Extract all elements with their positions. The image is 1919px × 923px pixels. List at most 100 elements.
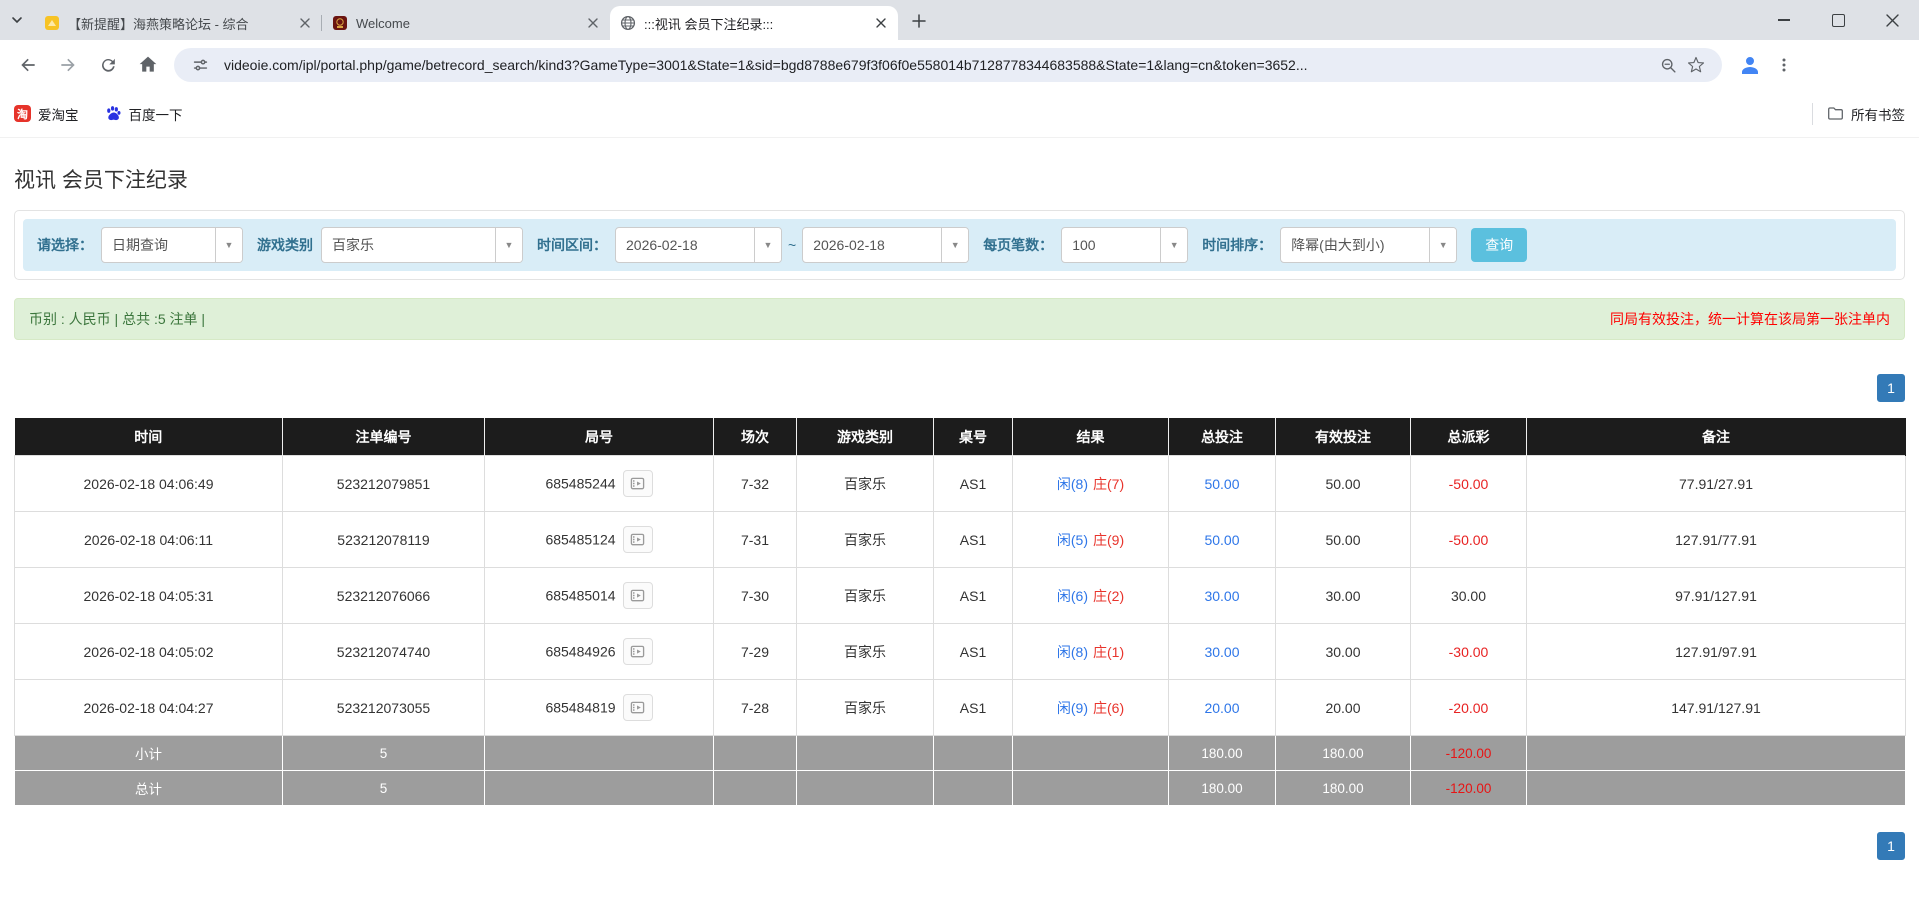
- cell-total-bet[interactable]: 20.00: [1169, 680, 1276, 736]
- home-button[interactable]: [128, 45, 168, 85]
- tab-welcome[interactable]: Welcome: [322, 6, 610, 40]
- tab-close-icon[interactable]: [584, 14, 602, 32]
- result-banker: 庄(2): [1093, 588, 1124, 604]
- browser-toolbar: videoie.com/ipl/portal.php/game/betrecor…: [0, 40, 1919, 90]
- cell-result: 闲(5)庄(9): [1013, 512, 1169, 568]
- game-type-value: 百家乐: [322, 228, 495, 262]
- subtotal-total-bet: 180.00: [1169, 736, 1276, 771]
- tab-close-icon[interactable]: [296, 14, 314, 32]
- round-number: 685484819: [545, 700, 615, 716]
- cell-total-bet[interactable]: 30.00: [1169, 624, 1276, 680]
- bookmark-item-baidu[interactable]: 百度一下: [105, 104, 183, 124]
- query-type-select[interactable]: 日期查询 ▼: [101, 227, 243, 263]
- chevron-down-icon[interactable]: ▼: [495, 228, 522, 262]
- video-replay-button[interactable]: [623, 582, 653, 609]
- window-controls: [1757, 0, 1919, 40]
- query-button[interactable]: 查询: [1471, 228, 1527, 262]
- bookmark-star-icon[interactable]: [1682, 51, 1710, 79]
- folder-icon: [1827, 105, 1844, 122]
- round-number: 685485014: [545, 588, 615, 604]
- tab-close-icon[interactable]: [872, 14, 890, 32]
- cell-total-bet[interactable]: 50.00: [1169, 512, 1276, 568]
- browser-menu-icon[interactable]: [1768, 47, 1800, 83]
- bookmark-item-taobao[interactable]: 淘 爱淘宝: [14, 104, 79, 124]
- subtotal-valid-bet: 180.00: [1276, 736, 1411, 771]
- new-tab-button[interactable]: [904, 6, 934, 36]
- result-banker: 庄(6): [1093, 700, 1124, 716]
- currency-summary-text: 币别 : 人民币 | 总共 :5 注单 |: [29, 309, 205, 329]
- site-info-icon[interactable]: [186, 51, 214, 79]
- per-page-value: 100: [1062, 228, 1160, 262]
- cell-session: 7-28: [714, 680, 797, 736]
- cell-payout: -50.00: [1411, 456, 1527, 512]
- date-to-value: 2026-02-18: [803, 228, 941, 262]
- toolbar-right: [1732, 47, 1800, 83]
- page-content: 视讯 会员下注纪录 请选择： 日期查询 ▼ 游戏类别 百家乐 ▼ 时间区间： 2…: [0, 164, 1919, 860]
- chevron-down-icon[interactable]: ▼: [754, 228, 781, 262]
- game-type-select[interactable]: 百家乐 ▼: [321, 227, 523, 263]
- cell-bet-id: 523212076066: [283, 568, 485, 624]
- cell-time: 2026-02-18 04:05:31: [15, 568, 283, 624]
- video-replay-button[interactable]: [623, 526, 653, 553]
- chevron-down-icon[interactable]: ▼: [1429, 228, 1456, 262]
- date-to-picker[interactable]: 2026-02-18 ▼: [802, 227, 969, 263]
- query-type-value: 日期查询: [102, 228, 215, 262]
- result-player: 闲(8): [1057, 644, 1088, 660]
- result-player: 闲(8): [1057, 476, 1088, 492]
- page-1-button[interactable]: 1: [1877, 374, 1905, 402]
- chevron-down-icon[interactable]: ▼: [215, 228, 242, 262]
- video-replay-button[interactable]: [623, 694, 653, 721]
- table-row: 2026-02-18 04:04:27 523212073055 6854848…: [15, 680, 1906, 736]
- cell-game: 百家乐: [797, 568, 934, 624]
- back-button[interactable]: [8, 45, 48, 85]
- cell-total-bet[interactable]: 50.00: [1169, 456, 1276, 512]
- cell-remark: 127.91/97.91: [1527, 624, 1906, 680]
- cell-game: 百家乐: [797, 512, 934, 568]
- cell-time: 2026-02-18 04:06:11: [15, 512, 283, 568]
- date-from-picker[interactable]: 2026-02-18 ▼: [615, 227, 782, 263]
- window-maximize-button[interactable]: [1811, 0, 1865, 40]
- date-from-value: 2026-02-18: [616, 228, 754, 262]
- cell-result: 闲(8) 庄(1): [1013, 624, 1169, 680]
- filter-bar: 请选择： 日期查询 ▼ 游戏类别 百家乐 ▼ 时间区间： 2026-02-18 …: [23, 219, 1896, 271]
- url-bar[interactable]: videoie.com/ipl/portal.php/game/betrecor…: [174, 48, 1722, 82]
- subtotal-count: 5: [283, 736, 485, 771]
- round-number: 685485244: [545, 476, 615, 492]
- result-banker: 庄(1): [1093, 644, 1124, 660]
- per-page-label: 每页笔数：: [983, 235, 1053, 255]
- video-replay-button[interactable]: [623, 470, 653, 497]
- col-header-session: 场次: [714, 419, 797, 456]
- profile-avatar-icon[interactable]: [1732, 47, 1768, 83]
- sort-order-select[interactable]: 降幂(由大到小) ▼: [1280, 227, 1457, 263]
- video-replay-button[interactable]: [623, 638, 653, 665]
- col-header-table: 桌号: [934, 419, 1013, 456]
- bookmarks-bar: 淘 爱淘宝 百度一下 所有书签: [0, 90, 1919, 138]
- window-close-button[interactable]: [1865, 0, 1919, 40]
- tab-bet-records[interactable]: :::视讯 会员下注纪录:::: [610, 6, 898, 40]
- cell-total-bet[interactable]: 30.00: [1169, 568, 1276, 624]
- tab-title: 【新提醒】海燕策略论坛 - 综合: [68, 14, 290, 33]
- tab-forum[interactable]: 【新提醒】海燕策略论坛 - 综合: [34, 6, 322, 40]
- cell-table: AS1: [934, 456, 1013, 512]
- welcome-favicon-icon: [332, 15, 348, 31]
- cell-payout: -20.00: [1411, 680, 1527, 736]
- subtotal-payout: -120.00: [1411, 736, 1527, 771]
- chevron-down-icon[interactable]: ▼: [1160, 228, 1187, 262]
- reload-button[interactable]: [88, 45, 128, 85]
- tab-strip: 【新提醒】海燕策略论坛 - 综合 Welcome :::视讯 会员下注纪录:::: [0, 0, 1919, 40]
- window-minimize-button[interactable]: [1757, 0, 1811, 40]
- warning-text: 同局有效投注，统一计算在该局第一张注单内: [1610, 309, 1890, 329]
- chevron-down-icon[interactable]: ▼: [941, 228, 968, 262]
- cell-remark: 147.91/127.91: [1527, 680, 1906, 736]
- all-bookmarks-button[interactable]: 所有书签: [1827, 104, 1905, 124]
- zoom-icon[interactable]: [1654, 51, 1682, 79]
- per-page-select[interactable]: 100 ▼: [1061, 227, 1188, 263]
- forward-button[interactable]: [48, 45, 88, 85]
- cell-table: AS1: [934, 512, 1013, 568]
- cell-bet-id: 523212078119: [283, 512, 485, 568]
- tab-search-chevron-icon[interactable]: [0, 0, 34, 40]
- cell-session: 7-29: [714, 624, 797, 680]
- result-player: 闲(5): [1057, 532, 1088, 548]
- cell-time: 2026-02-18 04:06:49: [15, 456, 283, 512]
- page-1-button[interactable]: 1: [1877, 832, 1905, 860]
